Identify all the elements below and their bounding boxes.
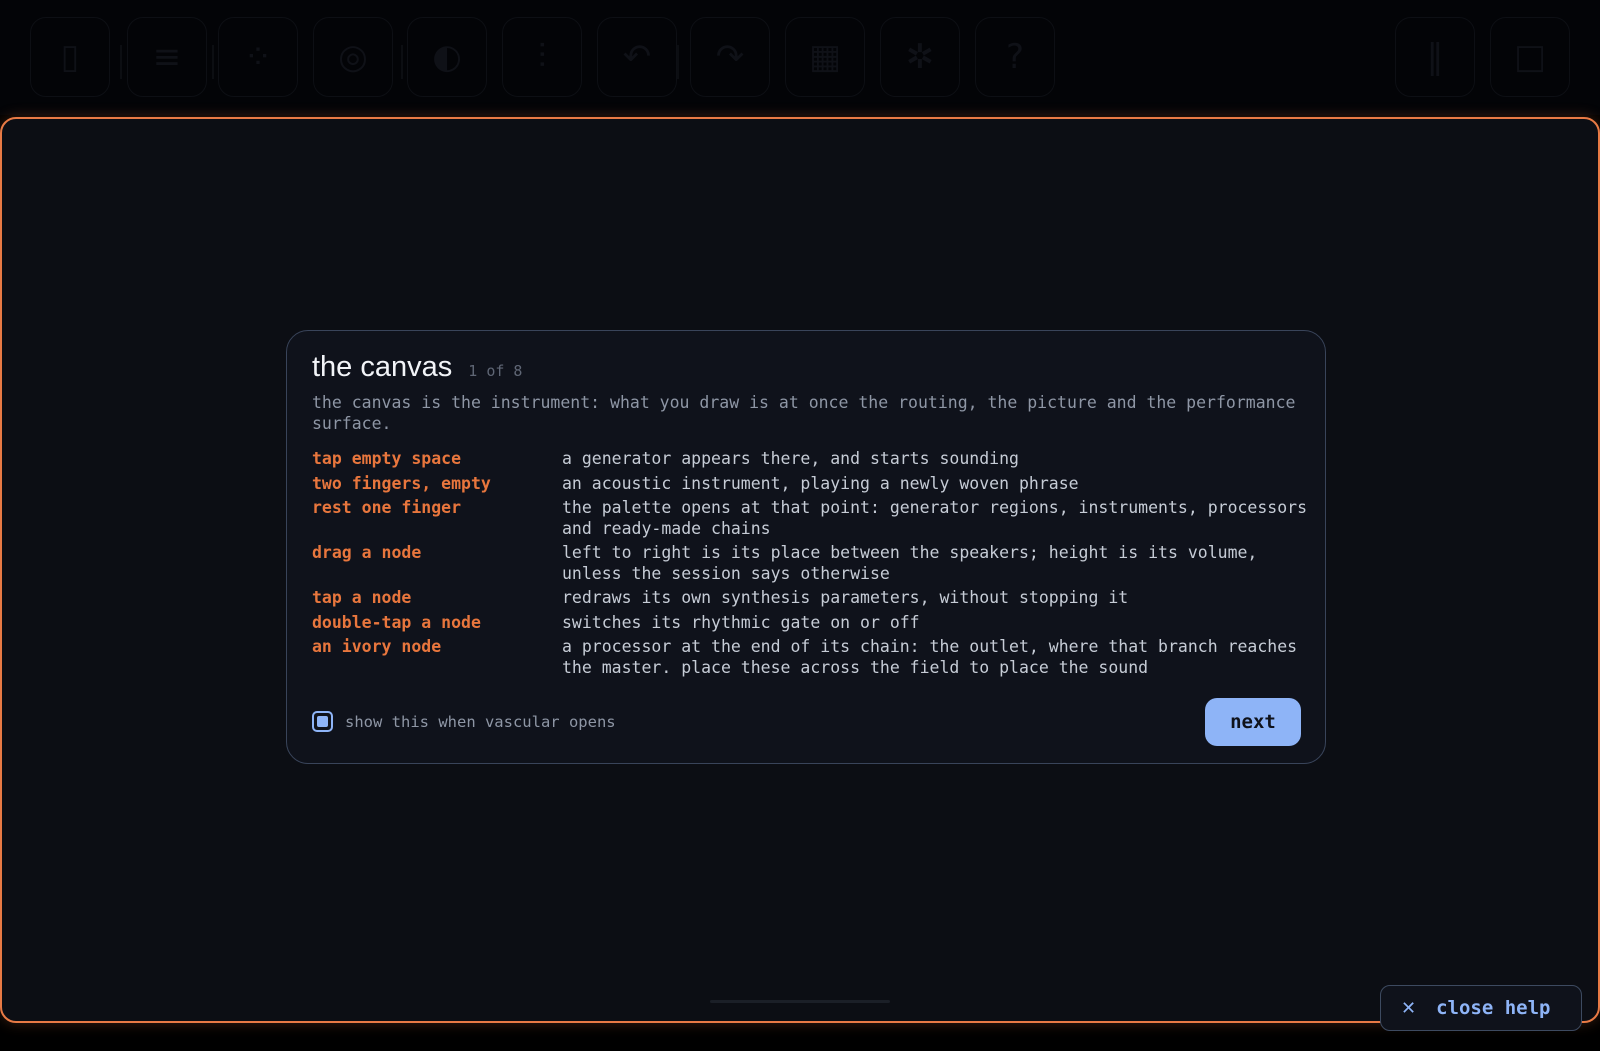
gesture-description: the palette opens at that point: generat… <box>562 498 1308 538</box>
gesture-list: tap empty space a generator appears ther… <box>312 449 1312 682</box>
gesture-row: drag a node left to right is its place b… <box>312 543 1312 584</box>
canvas-resize-handle[interactable] <box>710 1000 890 1003</box>
show-on-open-option[interactable]: show this when vascular opens <box>312 711 616 732</box>
gesture-row: tap empty space a generator appears ther… <box>312 449 1312 470</box>
next-button[interactable]: next <box>1205 698 1301 746</box>
toolbar-divider <box>401 45 403 79</box>
gesture-key: tap a node <box>312 588 412 607</box>
gesture-key: double-tap a node <box>312 612 481 632</box>
compass-icon[interactable]: ◐ <box>407 17 487 97</box>
help-dialog: the canvas 1 of 8 the canvas is the inst… <box>286 330 1326 764</box>
gesture-key: tap empty space <box>312 449 462 468</box>
target-icon[interactable]: ◎ <box>313 17 393 97</box>
stop-icon[interactable]: □ <box>1490 17 1570 97</box>
help-intro: the canvas is the instrument: what you d… <box>312 393 1296 433</box>
toolbar-divider <box>120 45 122 79</box>
gesture-key: rest one finger <box>312 498 462 517</box>
toolbar-divider <box>212 45 214 79</box>
toolbar-divider <box>677 45 679 79</box>
help-header: the canvas 1 of 8 <box>312 351 522 384</box>
nodes-icon[interactable]: ⁘ <box>218 17 298 97</box>
sliders-icon[interactable]: ⫶ <box>502 17 582 97</box>
gesture-row: rest one finger the palette opens at tha… <box>312 498 1312 539</box>
gesture-key: two fingers, empty <box>312 473 491 493</box>
close-help-label: close help <box>1436 997 1551 1019</box>
help-icon[interactable]: ? <box>975 17 1055 97</box>
gesture-row: tap a node redraws its own synthesis par… <box>312 588 1312 609</box>
show-on-open-checkbox[interactable] <box>312 711 333 732</box>
top-toolbar: ▯ ≡ ⁘ ◎ ◐ ⫶ ↶ ↷ ▦ ✲ ? ‖ □ <box>0 0 1600 115</box>
gesture-description: redraws its own synthesis parameters, wi… <box>562 588 1129 607</box>
gesture-row: double-tap a node switches its rhythmic … <box>312 613 1312 634</box>
gesture-description: a processor at the end of its chain: the… <box>562 637 1298 677</box>
menu-icon[interactable]: ≡ <box>127 17 207 97</box>
redo-icon[interactable]: ↷ <box>690 17 770 97</box>
help-title: the canvas <box>312 351 453 383</box>
save-icon[interactable]: ▯ <box>30 17 110 97</box>
close-icon: ✕ <box>1401 997 1417 1019</box>
app-root: ▯ ≡ ⁘ ◎ ◐ ⫶ ↶ ↷ ▦ ✲ ? ‖ □ the canvas 1 o… <box>0 0 1600 1051</box>
gesture-description: a generator appears there, and starts so… <box>562 449 1019 468</box>
gesture-description: left to right is its place between the s… <box>562 543 1258 583</box>
pause-icon[interactable]: ‖ <box>1395 17 1475 97</box>
gesture-row: an ivory node a processor at the end of … <box>312 637 1312 678</box>
grid-icon[interactable]: ▦ <box>785 17 865 97</box>
show-on-open-label[interactable]: show this when vascular opens <box>345 713 616 731</box>
gesture-description: switches its rhythmic gate on or off <box>562 612 920 632</box>
gesture-key: drag a node <box>312 543 422 562</box>
undo-icon[interactable]: ↶ <box>597 17 677 97</box>
gesture-row: two fingers, empty an acoustic instrumen… <box>312 474 1312 495</box>
gear-icon[interactable]: ✲ <box>880 17 960 97</box>
gesture-key: an ivory node <box>312 637 442 656</box>
help-step-counter: 1 of 8 <box>468 362 523 380</box>
checkbox-checked-mark <box>317 716 328 727</box>
close-help-button[interactable]: ✕ close help <box>1380 985 1582 1031</box>
gesture-description: an acoustic instrument, playing a newly … <box>562 473 1079 493</box>
